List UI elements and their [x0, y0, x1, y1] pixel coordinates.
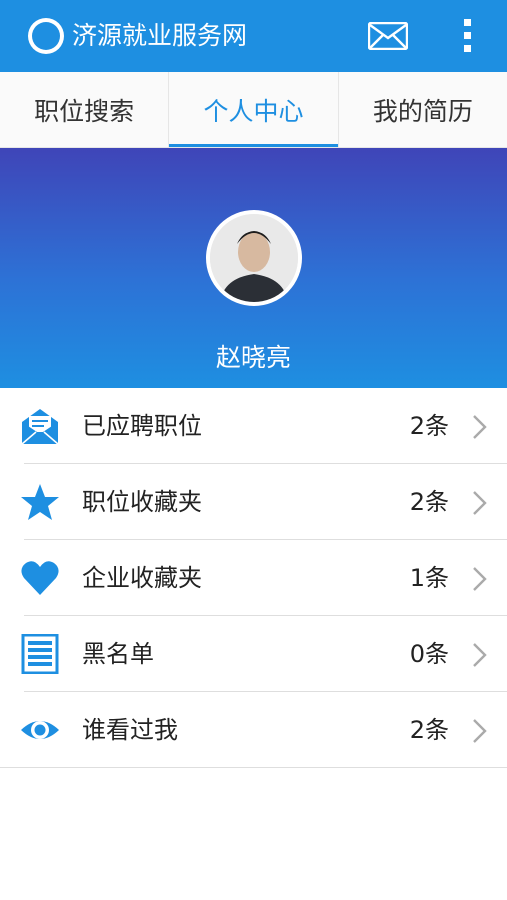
menu-item-count: 0条 — [409, 640, 449, 668]
menu-item-label: 已应聘职位 — [82, 412, 202, 440]
menu-item-count: 2条 — [409, 412, 449, 440]
app-logo — [28, 18, 64, 54]
app-bar: 济源就业服务网 — [0, 0, 507, 72]
star-icon — [21, 484, 59, 520]
menu-item-label: 谁看过我 — [82, 716, 178, 744]
menu-item-applied-jobs[interactable]: 已应聘职位 2条 — [0, 388, 507, 464]
menu-item-label: 黑名单 — [82, 640, 154, 668]
menu-list: 已应聘职位 2条 职位收藏夹 2条 企业收藏夹 1条 黑名单 0条 谁看过我 2… — [0, 388, 507, 768]
menu-item-label: 企业收藏夹 — [82, 564, 202, 592]
heart-icon — [21, 561, 59, 595]
eye-icon — [21, 721, 59, 739]
more-vertical-icon[interactable] — [458, 16, 478, 56]
list-icon — [21, 634, 59, 674]
avatar[interactable] — [206, 210, 302, 306]
mail-icon[interactable] — [368, 22, 408, 50]
chevron-right-icon — [473, 415, 487, 439]
menu-item-who-viewed-me[interactable]: 谁看过我 2条 — [0, 692, 507, 768]
chevron-right-icon — [473, 491, 487, 515]
menu-item-blacklist[interactable]: 黑名单 0条 — [0, 616, 507, 692]
menu-item-company-favorites[interactable]: 企业收藏夹 1条 — [0, 540, 507, 616]
app-title: 济源就业服务网 — [72, 21, 248, 50]
chevron-right-icon — [473, 719, 487, 743]
tab-bar: 职位搜索 个人中心 我的简历 — [0, 72, 507, 148]
tab-my-resume[interactable]: 我的简历 — [337, 72, 507, 147]
tab-personal-center[interactable]: 个人中心 — [168, 72, 338, 147]
chevron-right-icon — [473, 567, 487, 591]
envelope-open-icon — [21, 409, 59, 445]
chevron-right-icon — [473, 643, 487, 667]
menu-item-label: 职位收藏夹 — [82, 488, 202, 516]
username: 赵晓亮 — [215, 343, 291, 372]
menu-item-count: 1条 — [409, 564, 449, 592]
menu-item-count: 2条 — [409, 716, 449, 744]
menu-item-count: 2条 — [409, 488, 449, 516]
menu-item-job-favorites[interactable]: 职位收藏夹 2条 — [0, 464, 507, 540]
profile-header: 赵晓亮 — [0, 148, 507, 388]
tab-job-search[interactable]: 职位搜索 — [0, 72, 168, 147]
